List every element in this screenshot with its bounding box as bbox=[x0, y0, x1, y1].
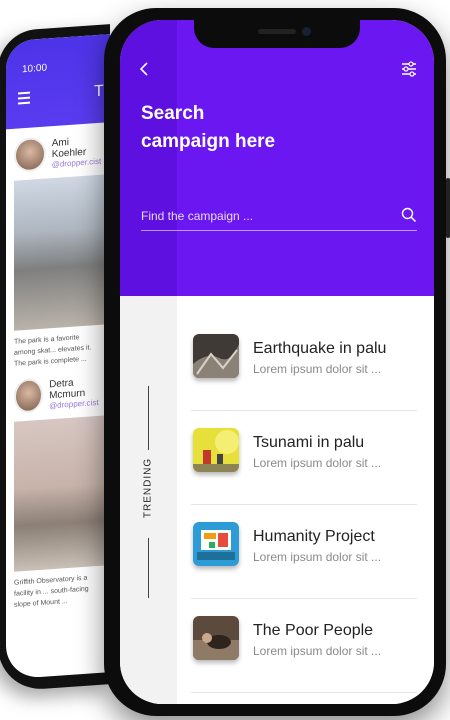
campaign-thumbnail bbox=[193, 616, 239, 660]
avatar bbox=[14, 136, 46, 173]
search-bar bbox=[141, 204, 417, 231]
campaign-thumbnail bbox=[193, 428, 239, 472]
sliders-icon bbox=[402, 61, 416, 77]
feed-post: Detra Mcmurn @dropper.cist Griffith Obse… bbox=[6, 363, 110, 611]
divider bbox=[148, 386, 149, 450]
campaign-subtitle: Lorem ipsum dolor sit ... bbox=[253, 550, 382, 564]
back-button[interactable] bbox=[134, 58, 156, 80]
search-header: Search campaign here bbox=[120, 20, 434, 296]
campaign-subtitle: Lorem ipsum dolor sit ... bbox=[253, 456, 382, 470]
campaign-title: The Poor People bbox=[253, 622, 374, 639]
phone-side-button bbox=[446, 178, 450, 238]
campaign-thumbnail bbox=[193, 522, 239, 566]
background-feed-header: 10:00 Tr bbox=[6, 34, 110, 130]
campaign-title: Earthquake in palu bbox=[253, 340, 387, 357]
hamburger-menu-icon bbox=[18, 91, 30, 108]
background-phone: 10:00 Tr Ami Koehler @dropper.cist The p… bbox=[0, 24, 110, 692]
tab-trending[interactable]: TRENDING bbox=[143, 458, 154, 518]
post-text: Griffith Observatory is a facility in ..… bbox=[14, 574, 89, 609]
campaign-title: Tsunami in palu bbox=[253, 434, 365, 451]
post-user: Detra Mcmurn @dropper.cist bbox=[14, 374, 102, 414]
status-time: 10:00 bbox=[22, 62, 48, 76]
campaign-item[interactable]: Earthquake in palu Lorem ipsum dolor sit… bbox=[191, 316, 417, 411]
phone-frame: Search campaign here TRENDING Earthquake… bbox=[104, 8, 450, 716]
campaign-thumbnail bbox=[193, 334, 239, 378]
campaign-item[interactable]: The Poor People Lorem ipsum dolor sit ..… bbox=[191, 598, 417, 693]
page-title: Search campaign here bbox=[141, 103, 276, 152]
filter-button[interactable] bbox=[398, 58, 420, 80]
divider bbox=[148, 538, 149, 598]
chevron-left-icon bbox=[139, 62, 148, 76]
campaign-item[interactable]: Humanity Project Lorem ipsum dolor sit .… bbox=[191, 504, 417, 599]
background-phone-screen: 10:00 Tr Ami Koehler @dropper.cist The p… bbox=[6, 34, 110, 680]
campaign-subtitle: Lorem ipsum dolor sit ... bbox=[253, 362, 382, 376]
campaign-title: Humanity Project bbox=[253, 528, 375, 545]
avatar bbox=[14, 377, 44, 414]
campaign-subtitle: Lorem ipsum dolor sit ... bbox=[253, 644, 382, 658]
campaign-list: Earthquake in palu Lorem ipsum dolor sit… bbox=[177, 296, 434, 704]
post-user: Ami Koehler @dropper.cist bbox=[14, 133, 102, 173]
phone-notch bbox=[194, 20, 360, 48]
search-input[interactable] bbox=[141, 204, 381, 228]
phone-screen: Search campaign here TRENDING Earthquake… bbox=[120, 20, 434, 704]
post-image bbox=[14, 415, 110, 572]
campaign-item[interactable]: Tsunami in palu Lorem ipsum dolor sit ..… bbox=[191, 410, 417, 505]
search-icon[interactable] bbox=[401, 207, 417, 223]
trending-sidebar: TRENDING bbox=[120, 296, 177, 704]
post-image bbox=[14, 174, 110, 331]
feed-post: Ami Koehler @dropper.cist The park is a … bbox=[6, 122, 110, 370]
